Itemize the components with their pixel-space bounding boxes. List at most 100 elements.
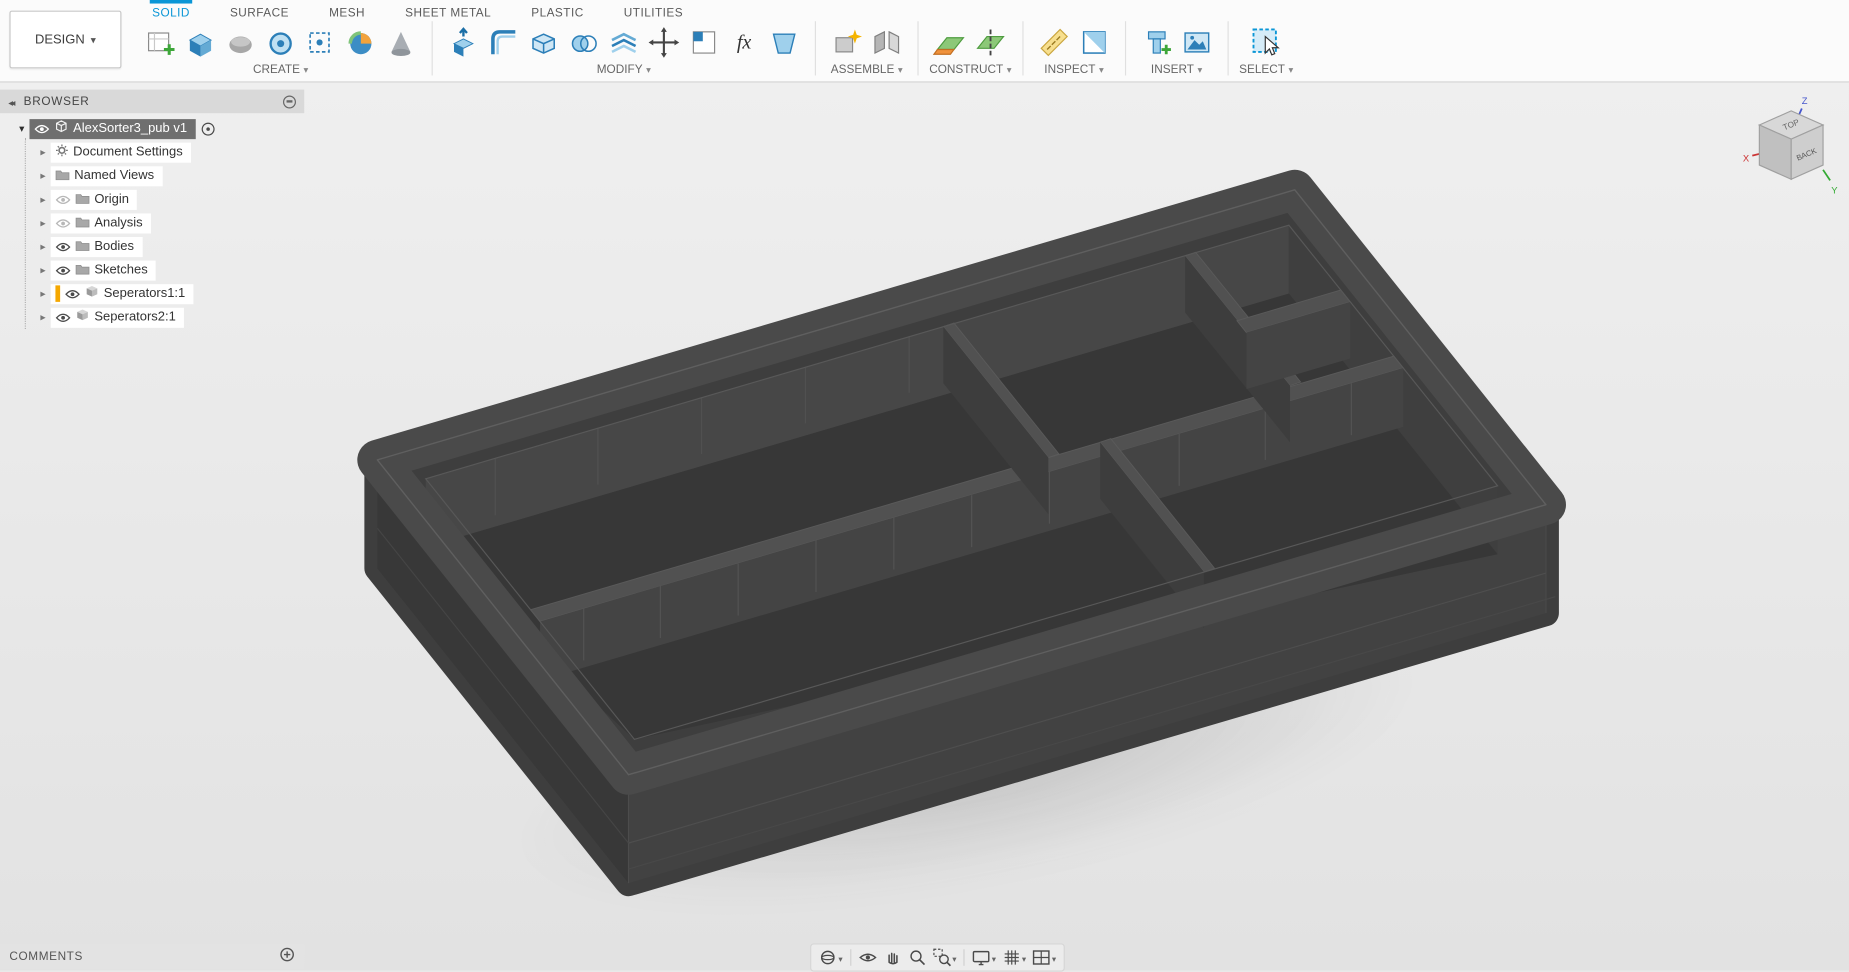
activate-component-icon[interactable] [201, 122, 214, 135]
measure-icon[interactable] [1035, 22, 1073, 62]
eye-visible-icon[interactable] [34, 123, 49, 134]
eye-hidden-icon[interactable] [55, 218, 70, 229]
tree-row-analysis[interactable]: Analysis [0, 211, 304, 235]
expander-icon[interactable] [35, 193, 50, 206]
combine-icon[interactable] [565, 22, 603, 62]
browser-panel: BROWSER AlexSorter3_pub v1 [0, 90, 304, 329]
group-modify: fx MODIFY [443, 21, 804, 76]
expander-icon[interactable] [35, 287, 50, 300]
toolbar-separator [1022, 21, 1023, 75]
construct-plane-icon[interactable] [931, 22, 969, 62]
pan-icon[interactable] [880, 947, 904, 968]
tree-row-seperators2[interactable]: Seperators2:1 [0, 305, 304, 329]
offset-face-icon[interactable] [605, 22, 643, 62]
expander-icon[interactable] [35, 216, 50, 229]
form-icon[interactable] [222, 22, 260, 62]
create-sketch-icon[interactable] [142, 22, 180, 62]
fx-change-parameters-icon[interactable]: fx [725, 22, 763, 62]
shell-icon[interactable] [525, 22, 563, 62]
parameters-icon[interactable] [765, 22, 803, 62]
folder-icon [75, 189, 89, 210]
tree-item-label: Seperators2:1 [94, 310, 175, 324]
assemble-group-label[interactable]: ASSEMBLE [831, 64, 903, 77]
expander-icon[interactable] [35, 146, 50, 159]
group-insert: INSERT [1137, 21, 1217, 76]
eye-visible-icon[interactable] [65, 288, 80, 299]
select-group-label[interactable]: SELECT [1239, 64, 1293, 77]
revolve-icon[interactable] [262, 22, 300, 62]
eye-visible-icon[interactable] [55, 312, 70, 323]
tab-plastic[interactable]: PLASTIC [529, 0, 586, 22]
zoom-window-icon[interactable] [930, 946, 959, 970]
move-icon[interactable] [645, 22, 683, 62]
tab-surface[interactable]: SURFACE [228, 0, 292, 22]
toolbar-separator [917, 21, 918, 75]
tree-row-root-component[interactable]: AlexSorter3_pub v1 [0, 117, 304, 141]
root-component-chip[interactable]: AlexSorter3_pub v1 [29, 119, 195, 139]
expander-icon[interactable] [35, 169, 50, 182]
chevron-down-icon [1051, 947, 1056, 968]
selection-accent-bar [55, 285, 60, 302]
body-icon [75, 307, 89, 328]
insert-derive-icon[interactable] [1138, 22, 1176, 62]
group-create: CREATE [140, 21, 421, 76]
cone-icon[interactable] [382, 22, 420, 62]
new-component-icon[interactable] [828, 22, 866, 62]
display-settings-icon[interactable] [969, 946, 998, 970]
joint-icon[interactable] [868, 22, 906, 62]
section-analysis-icon[interactable] [1075, 22, 1113, 62]
expander-icon[interactable] [35, 240, 50, 253]
tab-utilities[interactable]: UTILITIES [621, 0, 685, 22]
tab-solid[interactable]: SOLID [150, 0, 192, 22]
tree-row-sketches[interactable]: Sketches [0, 258, 304, 282]
add-comment-icon[interactable] [279, 946, 294, 967]
view-cube[interactable]: TOP BACK X Y Z [1724, 87, 1849, 211]
insert-canvas-icon[interactable] [1178, 22, 1216, 62]
expander-icon[interactable] [35, 311, 50, 324]
pattern-icon[interactable] [302, 22, 340, 62]
orbit-icon[interactable] [816, 946, 845, 970]
expander-icon[interactable] [35, 264, 50, 277]
look-at-icon[interactable] [856, 947, 880, 968]
assembly-icon [54, 118, 68, 139]
3d-viewport-canvas[interactable]: TOP BACK X Y Z BROWSER Al [0, 83, 1849, 971]
comments-bar[interactable]: COMMENTS [0, 945, 304, 970]
tab-sheet-metal[interactable]: SHEET METAL [403, 0, 494, 22]
design-menu-button[interactable]: DESIGN [9, 11, 121, 69]
collapse-panel-icon[interactable] [8, 91, 15, 112]
press-pull-icon[interactable] [445, 22, 483, 62]
tree-row-seperators1[interactable]: Seperators1:1 [0, 282, 304, 306]
viewports-icon[interactable] [1030, 946, 1059, 970]
toolbar-separator [1125, 21, 1126, 75]
select-tool-icon[interactable] [1247, 22, 1285, 62]
fusion-360-app: DESIGN SOLID SURFACE MESH SHEET METAL PL… [0, 0, 1849, 970]
chevron-down-icon [1021, 947, 1026, 968]
tree-row-bodies[interactable]: Bodies [0, 235, 304, 259]
chevron-down-icon [643, 64, 651, 77]
inspect-group-label[interactable]: INSPECT [1044, 64, 1103, 77]
expander-icon[interactable] [14, 122, 29, 135]
grid-snap-icon[interactable] [999, 946, 1028, 970]
sphere-icon[interactable] [342, 22, 380, 62]
eye-visible-icon[interactable] [55, 265, 70, 276]
3d-model-sorter-tray[interactable] [354, 165, 1569, 902]
tree-row-document-settings[interactable]: Document Settings [0, 140, 304, 164]
construct-axis-icon[interactable] [972, 22, 1010, 62]
modify-group-label[interactable]: MODIFY [597, 64, 651, 77]
insert-group-label[interactable]: INSERT [1151, 64, 1202, 77]
create-group-label[interactable]: CREATE [253, 64, 308, 77]
minimize-browser-icon[interactable] [283, 95, 296, 108]
extrude-icon[interactable] [182, 22, 220, 62]
align-icon[interactable] [685, 22, 723, 62]
tree-row-named-views[interactable]: Named Views [0, 164, 304, 188]
zoom-icon[interactable] [905, 947, 929, 968]
tab-mesh[interactable]: MESH [327, 0, 368, 22]
tree-item-label: AlexSorter3_pub v1 [73, 121, 187, 135]
eye-visible-icon[interactable] [55, 241, 70, 252]
tree-row-origin[interactable]: Origin [0, 187, 304, 211]
folder-icon [75, 236, 89, 257]
construct-group-label[interactable]: CONSTRUCT [929, 64, 1011, 77]
tree-item-label: Bodies [94, 239, 134, 253]
fillet-icon[interactable] [485, 22, 523, 62]
eye-hidden-icon[interactable] [55, 194, 70, 205]
